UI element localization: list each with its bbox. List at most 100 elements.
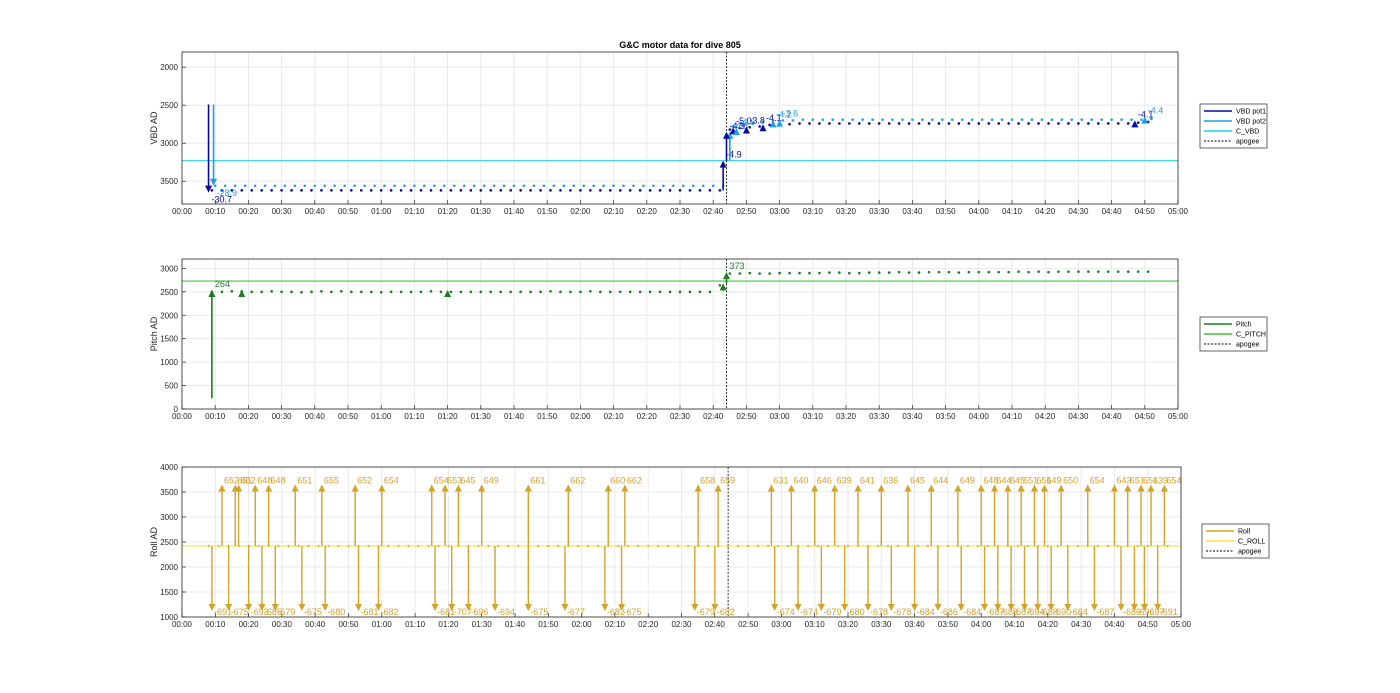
data-point	[788, 271, 791, 275]
x-tick-label: 04:10	[1002, 207, 1023, 216]
x-tick-label: 02:20	[638, 620, 659, 629]
data-point	[562, 184, 566, 188]
data-point	[1097, 270, 1100, 273]
data-point	[1037, 270, 1040, 273]
x-tick-label: 02:10	[604, 207, 625, 216]
data-point	[1037, 122, 1040, 125]
data-point	[916, 545, 919, 547]
data-point	[290, 189, 293, 192]
data-point	[572, 184, 576, 188]
data-point	[379, 189, 383, 192]
data-point	[798, 271, 801, 275]
data-point	[817, 545, 820, 547]
data-point	[559, 189, 562, 192]
x-tick-label: 01:40	[504, 207, 525, 216]
data-point	[811, 118, 815, 121]
data-point	[532, 184, 536, 188]
data-point	[273, 184, 277, 188]
data-point	[287, 545, 290, 547]
arrow-marker-label: -28.9	[217, 188, 238, 198]
roll-down-arrow-label: -696	[470, 607, 488, 617]
data-point	[359, 290, 363, 294]
x-tick-label: 04:30	[1068, 207, 1089, 216]
x-tick-label: 03:30	[871, 620, 892, 629]
x-tick-label: 04:20	[1038, 620, 1059, 629]
data-point	[708, 290, 712, 294]
data-point	[559, 290, 562, 294]
data-point	[957, 271, 961, 274]
data-point	[452, 184, 456, 188]
data-point	[439, 290, 443, 294]
data-point	[569, 290, 572, 294]
data-point	[1026, 545, 1029, 547]
data-point	[907, 271, 911, 274]
data-point	[747, 545, 750, 547]
data-point	[837, 545, 840, 547]
x-tick-label: 00:50	[338, 412, 359, 421]
data-point	[701, 184, 705, 188]
data-point	[417, 545, 420, 547]
data-point	[897, 122, 901, 125]
data-point	[1116, 545, 1119, 547]
data-point	[250, 189, 254, 192]
x-tick-label: 00:00	[172, 207, 193, 216]
data-point	[230, 290, 234, 293]
data-point	[1166, 545, 1169, 547]
data-point	[552, 184, 556, 188]
data-point	[617, 545, 620, 547]
x-tick-label: 01:00	[371, 207, 392, 216]
x-tick-label: 03:20	[838, 620, 859, 629]
roll-up-arrow-label: 654	[1090, 476, 1105, 486]
figure: G&C motor data for dive 805 00:00 00:10 00…	[149, 40, 1270, 629]
x-tick-label: 02:30	[671, 620, 692, 629]
data-point	[848, 122, 851, 125]
data-point	[1016, 545, 1019, 547]
data-point	[429, 189, 433, 192]
data-point	[791, 119, 795, 122]
roll-down-arrow-label: -678	[893, 607, 911, 617]
data-point	[367, 545, 370, 547]
data-point	[841, 118, 844, 121]
x-tick-label: 00:20	[238, 412, 259, 421]
roll-down-arrow-label: -675	[304, 607, 322, 617]
data-point	[310, 189, 313, 192]
data-point	[1047, 122, 1050, 125]
x-tick-label: 01:40	[505, 620, 526, 629]
x-tick-label: 04:40	[1102, 207, 1123, 216]
data-point	[887, 122, 891, 125]
x-tick-label: 03:20	[836, 412, 857, 421]
data-point	[677, 545, 680, 547]
x-tick-label: 03:40	[902, 412, 923, 421]
y-tick-label: 3000	[160, 139, 178, 148]
x-tick-label: 00:10	[205, 412, 226, 421]
data-point	[459, 189, 463, 192]
x-tick-label: 01:40	[504, 412, 525, 421]
data-point	[310, 290, 313, 294]
data-point	[333, 184, 337, 188]
pitch-legend-label-pitch: Pitch	[1236, 322, 1252, 329]
pitch-legend-label-apogee: apogee	[1236, 342, 1259, 349]
x-tick-label: 00:50	[338, 207, 359, 216]
x-tick-label: 04:20	[1035, 412, 1056, 421]
roll-down-arrow-label: -686	[940, 607, 958, 617]
data-point	[340, 290, 343, 293]
data-point	[1060, 118, 1064, 121]
y-tick-label: 2000	[160, 63, 178, 72]
data-point	[512, 184, 516, 188]
roll-up-arrow-label: 636	[883, 476, 898, 486]
data-point	[1087, 122, 1090, 125]
data-point	[327, 545, 330, 547]
data-point	[808, 122, 811, 125]
data-point	[632, 184, 635, 188]
data-point	[320, 189, 323, 192]
x-tick-label: 01:10	[405, 620, 426, 629]
data-point	[767, 545, 770, 547]
x-tick-label: 00:20	[239, 620, 260, 629]
data-point	[987, 122, 991, 125]
data-point	[808, 271, 811, 275]
data-point	[447, 545, 450, 547]
roll-up-arrow-label: 649	[1046, 476, 1061, 486]
roll-up-arrow-label: 658	[700, 476, 715, 486]
data-point	[986, 545, 989, 547]
y-tick-label: 2000	[160, 563, 178, 572]
